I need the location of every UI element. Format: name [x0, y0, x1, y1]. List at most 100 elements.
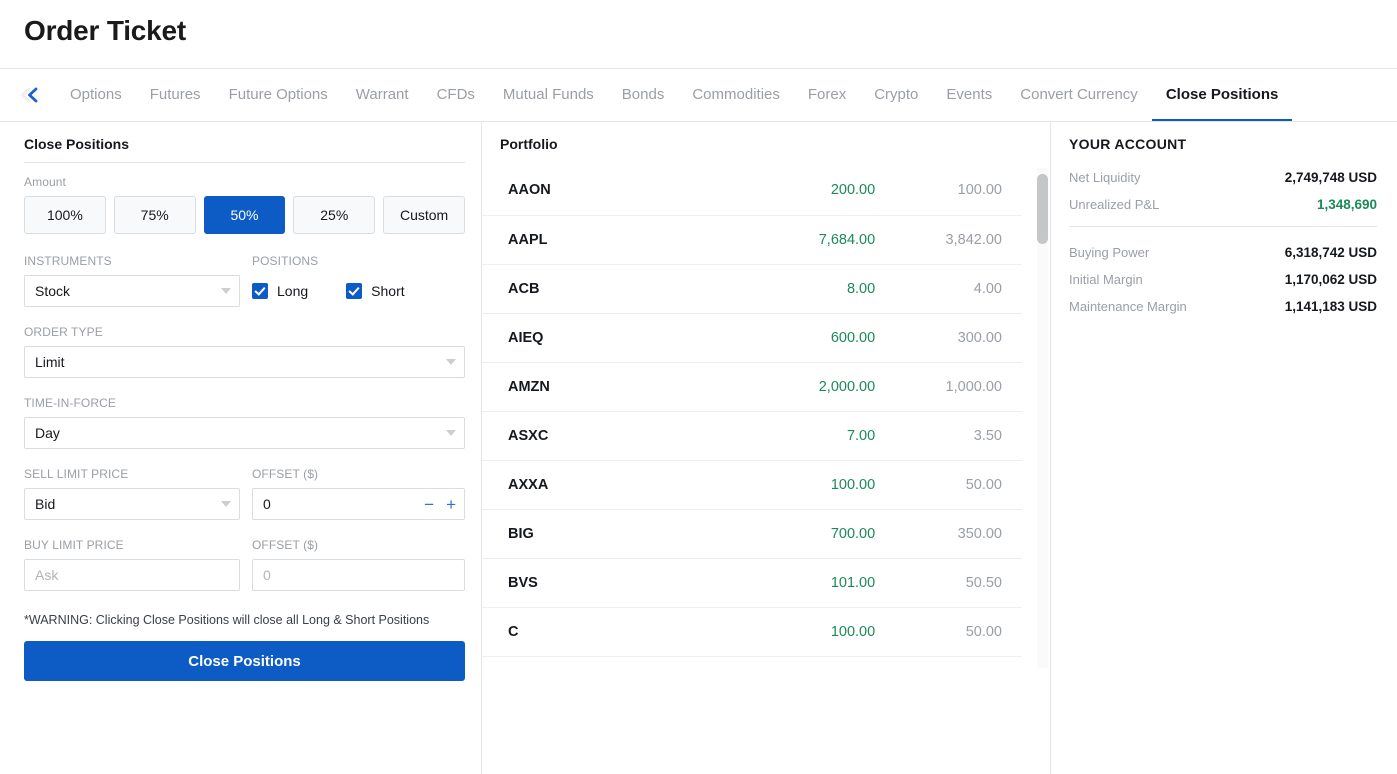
- portfolio-close-value: 100.00: [876, 166, 1022, 215]
- sell-offset-input[interactable]: 0 − +: [252, 488, 465, 520]
- portfolio-quantity: 200.00: [725, 166, 876, 215]
- table-row[interactable]: AMZN2,000.001,000.00: [482, 362, 1022, 411]
- tab-label: Events: [946, 86, 992, 103]
- buy-limit-price-label: BUY LIMIT PRICE: [24, 538, 240, 552]
- positions-label: POSITIONS: [252, 254, 465, 268]
- table-row[interactable]: AIEQ600.00300.00: [482, 313, 1022, 362]
- instruments-label: INSTRUMENTS: [24, 254, 240, 268]
- amount-option-100pct[interactable]: 100%: [24, 196, 106, 234]
- amount-button-group: 100%75%50%25%Custom: [24, 196, 465, 234]
- tab-events[interactable]: Events: [932, 69, 1006, 121]
- portfolio-close-value: 50.50: [876, 558, 1022, 607]
- tab-label: Warrant: [356, 86, 409, 103]
- account-row-value: 1,141,183 USD: [1285, 299, 1377, 314]
- tab-label: Crypto: [874, 86, 918, 103]
- warning-message: *WARNING: Clicking Close Positions will …: [24, 613, 465, 627]
- account-row-label: Maintenance Margin: [1069, 299, 1187, 314]
- instruments-selected-value: Stock: [35, 283, 70, 299]
- tab-commodities[interactable]: Commodities: [678, 69, 794, 121]
- account-row: Net Liquidity2,749,748 USD: [1069, 170, 1377, 185]
- portfolio-scrollbar-thumb[interactable]: [1037, 174, 1048, 244]
- sell-limit-price-select[interactable]: Bid: [24, 488, 240, 520]
- buy-offset-input[interactable]: 0: [252, 559, 465, 591]
- table-row[interactable]: ASXC7.003.50: [482, 411, 1022, 460]
- account-row-value: 6,318,742 USD: [1285, 245, 1377, 260]
- tab-mutual-funds[interactable]: Mutual Funds: [489, 69, 608, 121]
- portfolio-symbol: AMZN: [482, 362, 725, 411]
- portfolio-symbol: BVS: [482, 558, 725, 607]
- portfolio-quantity: 7,684.00: [725, 215, 876, 264]
- time-in-force-select[interactable]: Day: [24, 417, 465, 449]
- table-row[interactable]: BIG700.00350.00: [482, 509, 1022, 558]
- order-type-label: ORDER TYPE: [24, 325, 465, 339]
- buy-offset-placeholder: 0: [263, 567, 456, 583]
- close-positions-form-panel: Close Positions Amount 100%75%50%25%Cust…: [0, 122, 482, 774]
- amount-label: Amount: [24, 175, 465, 189]
- account-row: Buying Power 6,318,742 USD: [1069, 245, 1377, 260]
- tab-close-positions[interactable]: Close Positions: [1152, 69, 1293, 121]
- table-row[interactable]: C100.0050.00: [482, 607, 1022, 656]
- table-row[interactable]: AXXA100.0050.00: [482, 460, 1022, 509]
- portfolio-quantity: 700.00: [725, 509, 876, 558]
- table-row[interactable]: AAPL7,684.003,842.00: [482, 215, 1022, 264]
- buy-limit-price-placeholder: Ask: [35, 567, 231, 583]
- portfolio-symbol: C: [482, 607, 725, 656]
- positions-checkbox-group: Long Short: [252, 275, 465, 307]
- minus-icon[interactable]: −: [424, 496, 434, 513]
- form-panel-title: Close Positions: [24, 136, 465, 152]
- tab-convert-currency[interactable]: Convert Currency: [1006, 69, 1152, 121]
- account-row-value: 1,348,690: [1317, 197, 1377, 212]
- account-row-value: 1,170,062 USD: [1285, 272, 1377, 287]
- account-margin-group: Buying Power 6,318,742 USD Initial Margin1…: [1069, 245, 1377, 314]
- portfolio-symbol: AAPL: [482, 215, 725, 264]
- tab-forex[interactable]: Forex: [794, 69, 860, 121]
- portfolio-quantity: 100.00: [725, 460, 876, 509]
- account-row: Initial Margin1,170,062 USD: [1069, 272, 1377, 287]
- portfolio-close-value: 300.00: [876, 313, 1022, 362]
- plus-icon[interactable]: +: [446, 496, 456, 513]
- tab-warrant[interactable]: Warrant: [342, 69, 423, 121]
- tab-bar: Options Futures Future Options Warrant CFDsM…: [0, 68, 1397, 122]
- order-type-selected-value: Limit: [35, 354, 65, 370]
- tab-options[interactable]: Options: [56, 69, 136, 121]
- tab-list: Options Futures Future Options Warrant CFDsM…: [56, 69, 1397, 121]
- position-checkbox-long[interactable]: Long: [252, 283, 308, 299]
- portfolio-scrollbar-track[interactable]: [1037, 168, 1048, 668]
- tab-crypto[interactable]: Crypto: [860, 69, 932, 121]
- tab-bonds[interactable]: Bonds: [608, 69, 679, 121]
- amount-option-50pct[interactable]: 50%: [204, 196, 286, 234]
- tab-futures[interactable]: Futures: [136, 69, 215, 121]
- order-type-select[interactable]: Limit: [24, 346, 465, 378]
- instruments-select[interactable]: Stock: [24, 275, 240, 307]
- amount-option-25pct[interactable]: 25%: [293, 196, 375, 234]
- amount-option-75pct[interactable]: 75%: [114, 196, 196, 234]
- tab-label: Bonds: [622, 86, 665, 103]
- sell-limit-price-value: Bid: [35, 496, 55, 512]
- tab-cfds[interactable]: CFDs: [423, 69, 489, 121]
- account-row-label: Buying Power: [1069, 245, 1149, 260]
- account-panel-title: YOUR ACCOUNT: [1069, 136, 1377, 152]
- portfolio-close-value: 3.50: [876, 411, 1022, 460]
- amount-option-custom[interactable]: Custom: [383, 196, 465, 234]
- tabs-scroll-left-button[interactable]: [24, 69, 56, 121]
- portfolio-scroll-area: AAON200.00100.00AAPL7,684.003,842.00ACB8…: [482, 166, 1050, 674]
- table-row[interactable]: AAON200.00100.00: [482, 166, 1022, 215]
- buy-limit-price-input[interactable]: Ask: [24, 559, 240, 591]
- table-row[interactable]: BVS101.0050.50: [482, 558, 1022, 607]
- tab-future-options[interactable]: Future Options: [215, 69, 342, 121]
- tab-label: Options: [70, 86, 122, 103]
- portfolio-symbol: AAON: [482, 166, 725, 215]
- time-in-force-selected-value: Day: [35, 425, 60, 441]
- portfolio-close-value: 3,842.00: [876, 215, 1022, 264]
- buy-offset-label: OFFSET ($): [252, 538, 465, 552]
- position-checkbox-short[interactable]: Short: [346, 283, 404, 299]
- portfolio-symbol: AXXA: [482, 460, 725, 509]
- tab-label: Futures: [150, 86, 201, 103]
- position-checkbox-label: Long: [277, 283, 308, 299]
- close-positions-submit-button[interactable]: Close Positions: [24, 641, 465, 681]
- portfolio-quantity: 600.00: [725, 313, 876, 362]
- sell-offset-stepper: − +: [424, 496, 456, 513]
- portfolio-close-value: 1,000.00: [876, 362, 1022, 411]
- account-divider: [1069, 226, 1377, 227]
- table-row[interactable]: ACB8.004.00: [482, 264, 1022, 313]
